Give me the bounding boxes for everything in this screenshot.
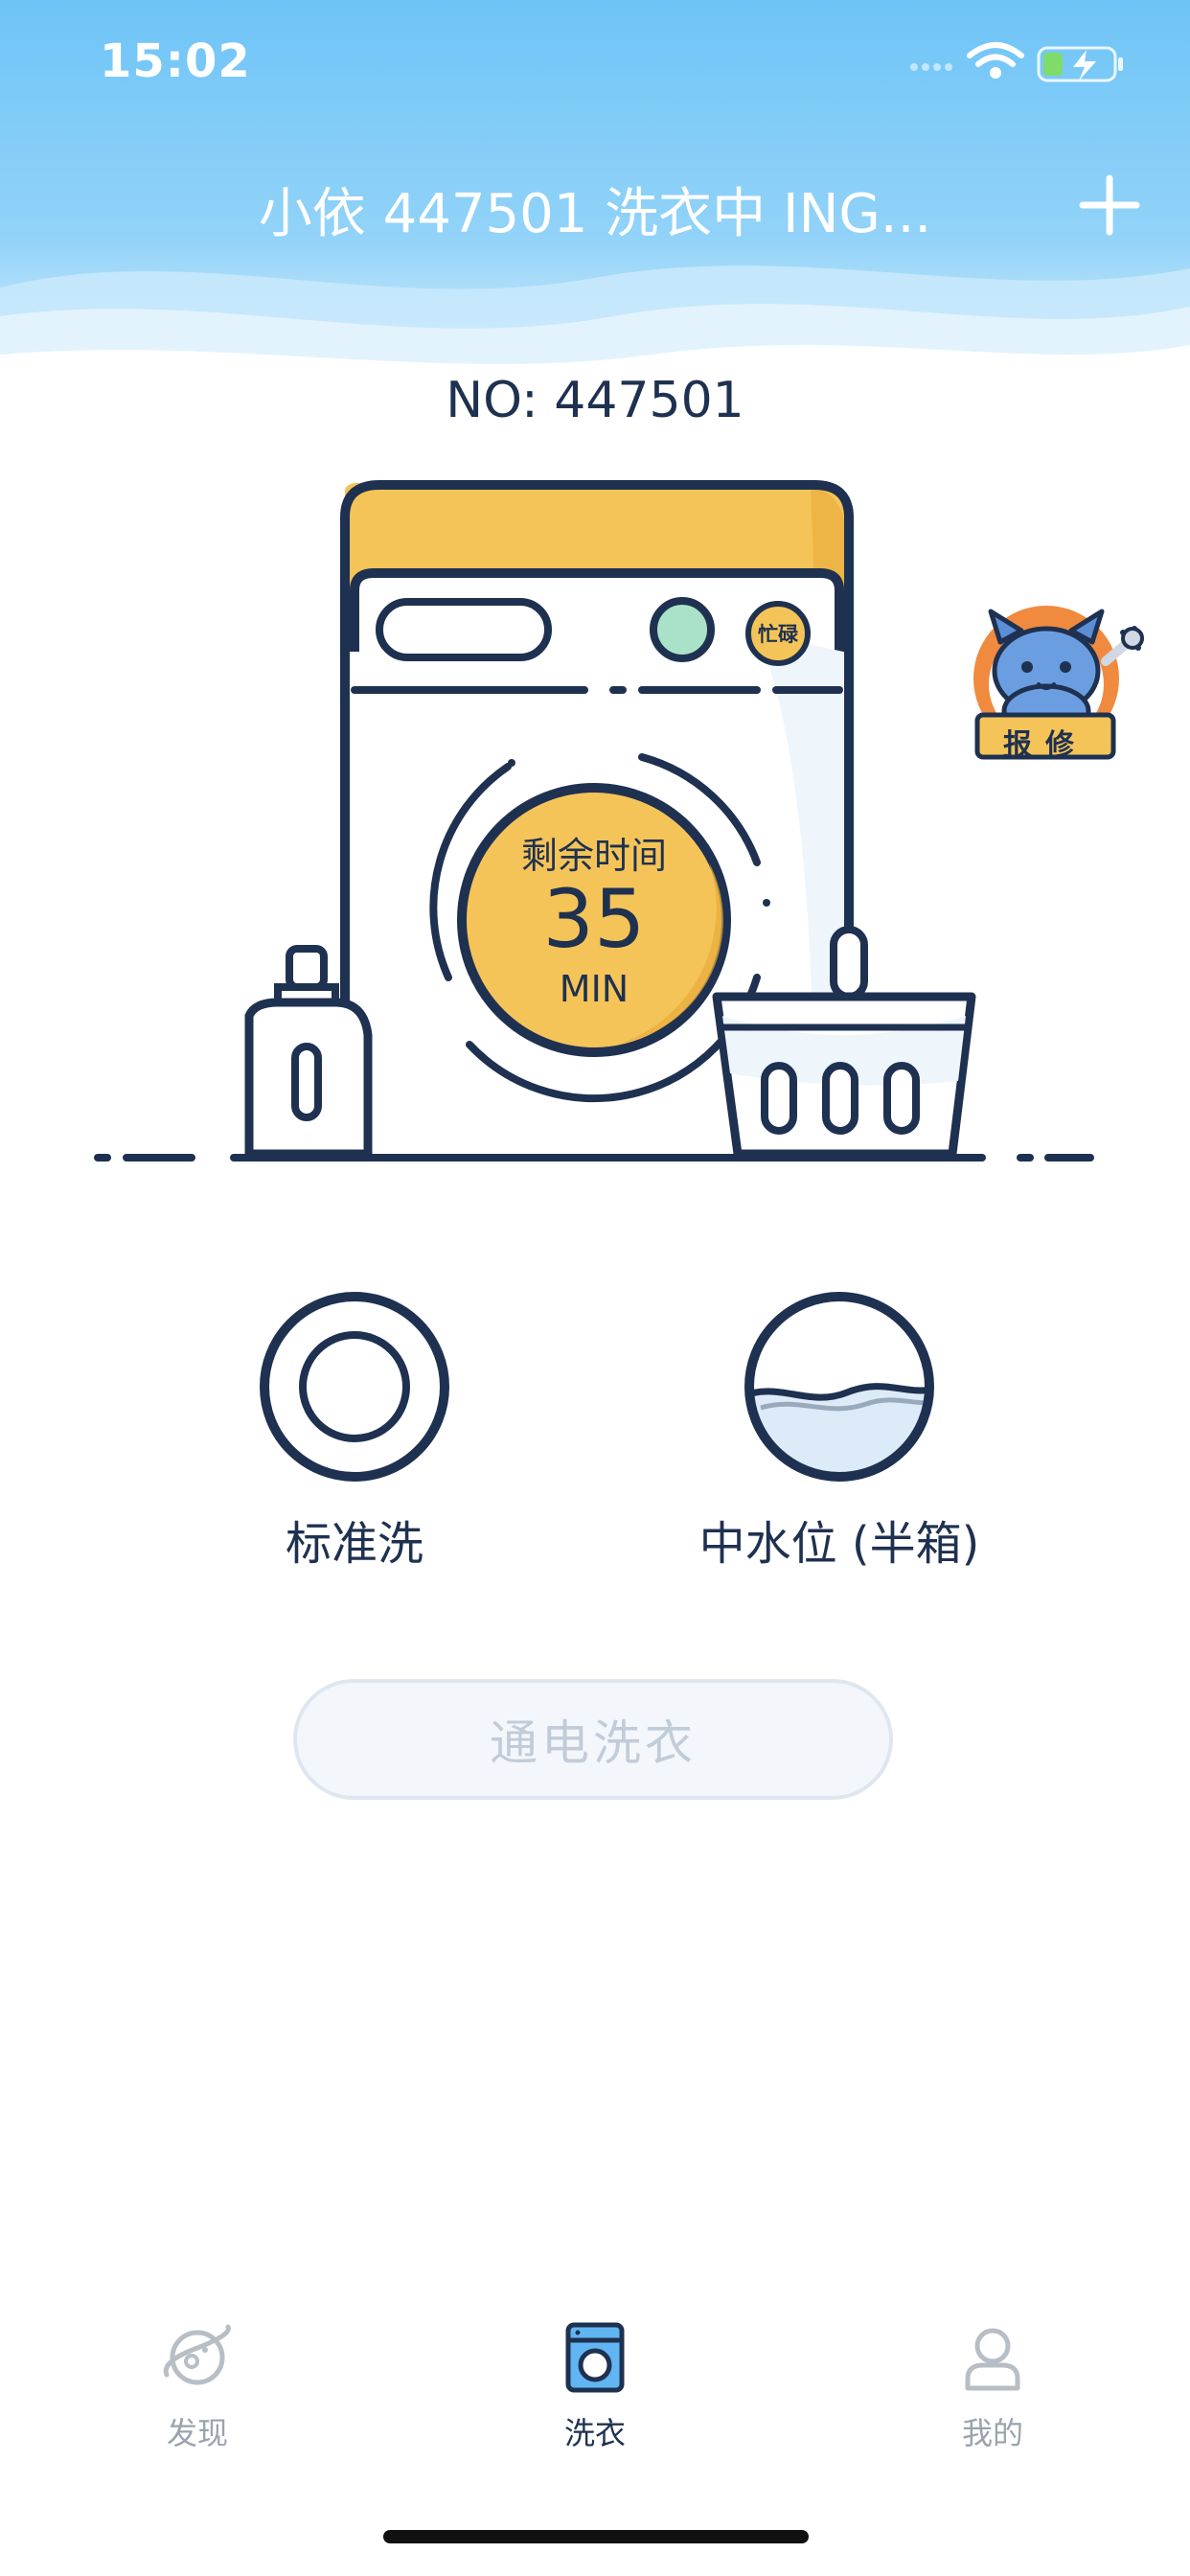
planet-icon bbox=[163, 2324, 231, 2385]
busy-label: 忙碌 bbox=[758, 623, 798, 646]
washing-machine-icon bbox=[565, 2322, 625, 2393]
power-on-wash-button[interactable]: 通电洗衣 bbox=[293, 1679, 893, 1800]
bottom-tab-bar: 发现 洗衣 我的 bbox=[0, 2319, 1190, 2492]
tab-discover-label: 发现 bbox=[166, 2415, 228, 2451]
repair-label: 报修 bbox=[1003, 728, 1087, 762]
remaining-time-label: 剩余时间 bbox=[520, 835, 667, 877]
status-time: 15:02 bbox=[100, 34, 251, 88]
tab-laundry-label: 洗衣 bbox=[563, 2415, 626, 2451]
signal-icon bbox=[910, 63, 952, 71]
home-indicator[interactable] bbox=[383, 2530, 809, 2543]
water-level-icon bbox=[744, 1292, 934, 1482]
wash-mode-label: 标准洗 bbox=[285, 1517, 423, 1571]
battery-icon bbox=[1037, 46, 1123, 82]
tab-laundry[interactable]: 洗衣 bbox=[490, 2319, 700, 2453]
water-level-option[interactable]: 中水位 (半箱) bbox=[667, 1289, 1012, 1573]
water-level-label: 中水位 (半箱) bbox=[698, 1517, 980, 1571]
user-icon bbox=[965, 2328, 1020, 2391]
standard-wash-icon bbox=[260, 1292, 449, 1482]
wash-mode-option[interactable]: 标准洗 bbox=[182, 1289, 527, 1573]
laundry-screen: 15:02 小依 447501 洗衣中 ING... NO: 447501 忙碌… bbox=[0, 0, 1190, 2576]
remaining-time-unit: MIN bbox=[559, 968, 629, 1010]
status-icons bbox=[910, 42, 1123, 82]
device-number: NO: 447501 bbox=[446, 372, 744, 429]
wifi-icon bbox=[967, 42, 1024, 79]
busy-status-indicator: 忙碌 bbox=[745, 601, 811, 666]
tab-discover[interactable]: 发现 bbox=[92, 2319, 303, 2453]
nav-title: 小依 447501 洗衣中 ING... bbox=[258, 183, 932, 245]
tab-mine[interactable]: 我的 bbox=[887, 2319, 1098, 2453]
tab-mine-label: 我的 bbox=[961, 2415, 1023, 2451]
add-device-button[interactable] bbox=[1079, 174, 1140, 236]
remaining-time-value: 35 bbox=[542, 872, 646, 966]
